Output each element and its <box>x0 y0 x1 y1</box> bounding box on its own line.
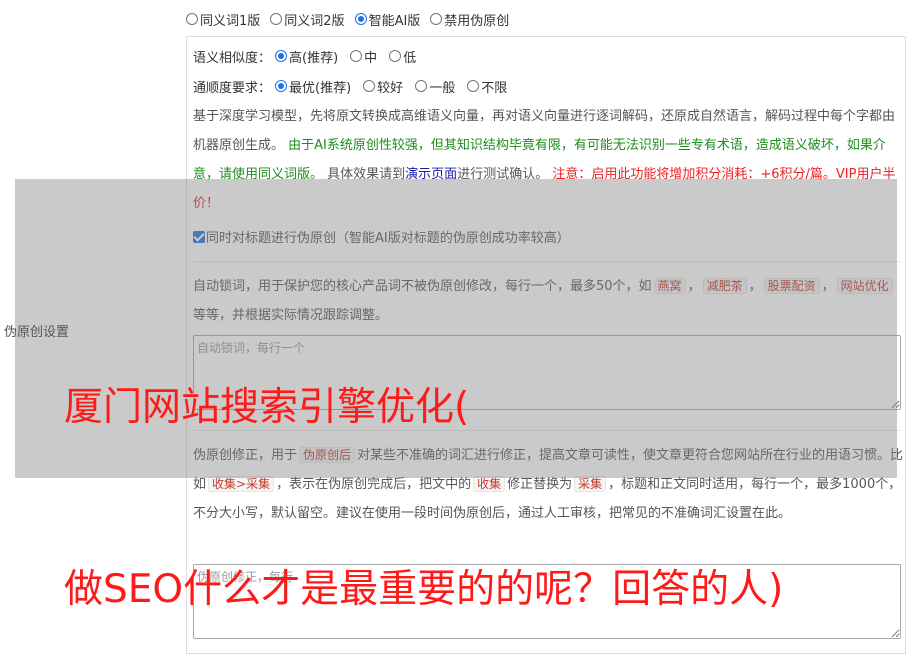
ai-demo-prefix: 具体效果请到 <box>327 167 406 182</box>
mode-synonym-v2-label: 同义词2版 <box>284 13 345 29</box>
radio-selected-icon[interactable] <box>275 80 288 92</box>
mode-disable-label: 禁用伪原创 <box>444 13 510 29</box>
correction-text: ，表示在伪原创完成后，把文中的 <box>276 477 472 492</box>
mode-synonym-v1-label: 同义词1版 <box>200 13 261 29</box>
lock-word-example: 股票配资 <box>763 278 820 294</box>
correction-example-target: 采集 <box>574 476 607 492</box>
fluency-good[interactable]: 较好 <box>363 77 403 96</box>
fluency-unlimited-label: 不限 <box>481 80 508 96</box>
radio-selected-icon[interactable] <box>354 13 367 25</box>
mode-disable[interactable]: 禁用伪原创 <box>430 10 509 29</box>
title-pseudo-original-checkbox[interactable]: 同时对标题进行伪原创（智能AI版对标题的伪原创成功率较高） <box>193 227 570 246</box>
fluency-good-label: 较好 <box>377 80 404 96</box>
ai-description: 基于深度学习模型，先将原文转换成高维语义向量，再对语义向量进行逐词解码，还原成自… <box>193 102 905 218</box>
correction-text: 修正替换为 <box>507 477 573 492</box>
similarity-label: 语义相似度： <box>193 50 272 66</box>
checkbox-checked-icon[interactable] <box>193 230 205 243</box>
fluency-best[interactable]: 最优(推荐) <box>275 77 351 96</box>
separator: ， <box>687 279 701 294</box>
ai-demo-suffix: 进行测试确认。 <box>457 167 549 182</box>
separator: ， <box>748 279 762 294</box>
radio-icon[interactable] <box>415 80 428 92</box>
radio-selected-icon[interactable] <box>275 50 288 62</box>
fluency-row: 通顺度要求： 最优(推荐) 较好 一般 不限 <box>193 76 519 96</box>
similarity-low-label: 低 <box>403 50 417 66</box>
fluency-unlimited[interactable]: 不限 <box>467 77 507 96</box>
lock-words-description: 自动锁词，用于保护您的核心产品词不被伪原创修改，每行一个，最多50个，如 燕窝，减… <box>193 272 905 330</box>
separator: ， <box>821 279 835 294</box>
demo-page-link[interactable]: 演示页面 <box>405 167 457 182</box>
watermark-line-2: 做SEO什么才是最重要的的呢？回答的人) <box>64 567 784 612</box>
fluency-normal[interactable]: 一般 <box>415 77 455 96</box>
fluency-normal-label: 一般 <box>429 80 456 96</box>
radio-icon[interactable] <box>389 50 402 62</box>
watermark-line-1: 厦门网站搜索引擎优化( <box>64 385 470 430</box>
divider <box>193 261 901 262</box>
similarity-medium-label: 中 <box>364 50 378 66</box>
pseudo-original-mode-group: 同义词1版 同义词2版 智能AI版 禁用伪原创 <box>186 10 519 29</box>
similarity-high[interactable]: 高(推荐) <box>275 47 338 66</box>
mode-synonym-v2[interactable]: 同义词2版 <box>270 10 345 29</box>
fluency-best-label: 最优(推荐) <box>289 80 352 96</box>
similarity-row: 语义相似度： 高(推荐) 中 低 <box>193 46 428 66</box>
radio-icon[interactable] <box>270 13 283 25</box>
correction-text: 伪原创修正，用于 <box>193 448 298 463</box>
mode-synonym-v1[interactable]: 同义词1版 <box>186 10 260 29</box>
similarity-low[interactable]: 低 <box>389 47 416 66</box>
pseudo-original-settings-label: 伪原创设置 <box>4 325 70 340</box>
radio-icon[interactable] <box>186 13 198 25</box>
radio-icon[interactable] <box>350 50 363 62</box>
lock-words-text: 自动锁词，用于保护您的核心产品词不被伪原创修改，每行一个，最多50个，如 <box>193 279 652 294</box>
lock-word-example: 网站优化 <box>836 278 893 294</box>
lock-word-example: 减肥茶 <box>702 278 747 294</box>
mode-smart-ai-label: 智能AI版 <box>368 13 421 29</box>
correction-example-rule: 收集>采集 <box>208 476 275 492</box>
radio-icon[interactable] <box>363 80 376 92</box>
fluency-label: 通顺度要求： <box>193 80 272 96</box>
lock-word-example: 燕窝 <box>653 278 686 294</box>
similarity-high-label: 高(推荐) <box>289 50 339 66</box>
lock-words-text-end: 等等，并根据实际情况跟踪调整。 <box>193 308 389 323</box>
radio-icon[interactable] <box>430 13 443 25</box>
mode-smart-ai[interactable]: 智能AI版 <box>354 10 421 29</box>
similarity-medium[interactable]: 中 <box>350 47 377 66</box>
correction-description: 伪原创修正，用于 伪原创后 对某些不准确的词汇进行修正，提高文章可读性，使文章更符合… <box>193 441 905 528</box>
correction-tag: 伪原创后 <box>299 447 356 463</box>
correction-example-source: 收集 <box>473 476 506 492</box>
radio-icon[interactable] <box>467 80 480 92</box>
title-pseudo-original-label: 同时对标题进行伪原创（智能AI版对标题的伪原创成功率较高） <box>206 231 570 246</box>
